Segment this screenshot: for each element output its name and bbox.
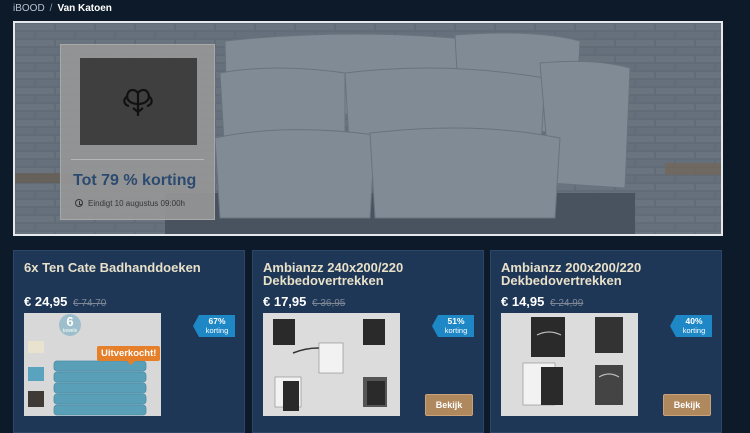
ends-label: Eindigt 10 augustus 09:00h [75, 199, 185, 208]
promo-divider [71, 159, 204, 160]
product-title[interactable]: Ambianzz 200x200/220 Dekbedovertrekken [501, 261, 716, 287]
product-title[interactable]: Ambianzz 240x200/220 Dekbedovertrekken [263, 261, 478, 287]
discount-label: korting [682, 326, 706, 335]
current-price: € 24,95 [24, 294, 68, 309]
clock-icon [75, 199, 83, 207]
towel-count-caption: towels [62, 328, 78, 334]
product-card[interactable]: Ambianzz 200x200/220 Dekbedovertrekken €… [490, 250, 722, 433]
product-price: € 24,95 € 74,70 [24, 294, 106, 309]
product-image[interactable]: 6 towels [24, 313, 161, 416]
product-image[interactable] [501, 313, 638, 416]
discount-percent: 51% [447, 316, 465, 326]
current-price: € 17,95 [263, 294, 307, 309]
deal-text: Tot 79 % korting [73, 172, 197, 189]
discount-badge: 40% korting [670, 315, 712, 337]
discount-percent: 67% [208, 316, 226, 326]
duvet-covers-photo [263, 313, 400, 416]
breadcrumb-current: Van Katoen [57, 3, 112, 14]
old-price: € 36,95 [312, 298, 346, 309]
breadcrumb-separator: / [49, 3, 53, 14]
old-price: € 74,70 [73, 298, 107, 309]
towels-photo [24, 313, 161, 416]
discount-percent: 40% [685, 316, 703, 326]
view-button[interactable]: Bekijk [425, 394, 473, 416]
towel-count-number: 6 [66, 314, 74, 329]
brand-logo [80, 58, 197, 145]
product-image[interactable] [263, 313, 400, 416]
hero-banner[interactable]: Tot 79 % korting Eindigt 10 augustus 09:… [13, 21, 723, 236]
product-title[interactable]: 6x Ten Cate Badhanddoeken [24, 261, 239, 274]
product-card[interactable]: Ambianzz 240x200/220 Dekbedovertrekken €… [252, 250, 484, 433]
product-card[interactable]: 6x Ten Cate Badhanddoeken € 24,95 € 74,7… [13, 250, 245, 433]
product-price: € 14,95 € 24,99 [501, 294, 583, 309]
current-price: € 14,95 [501, 294, 545, 309]
old-price: € 24,99 [550, 298, 584, 309]
view-button[interactable]: Bekijk [663, 394, 711, 416]
discount-badge: 67% korting [193, 315, 235, 337]
sold-out-badge: Uitverkocht! [97, 346, 161, 365]
cotton-flower-icon [123, 88, 153, 116]
discount-label: korting [444, 326, 468, 335]
breadcrumb: iBOOD / Van Katoen [13, 3, 112, 14]
promo-card: Tot 79 % korting Eindigt 10 augustus 09:… [60, 44, 215, 220]
product-price: € 17,95 € 36,95 [263, 294, 345, 309]
discount-badge: 51% korting [432, 315, 474, 337]
discount-label: korting [205, 326, 229, 335]
breadcrumb-home-link[interactable]: iBOOD [13, 3, 45, 14]
ends-text: Eindigt 10 augustus 09:00h [88, 199, 185, 208]
duvet-covers-photo [501, 313, 638, 416]
